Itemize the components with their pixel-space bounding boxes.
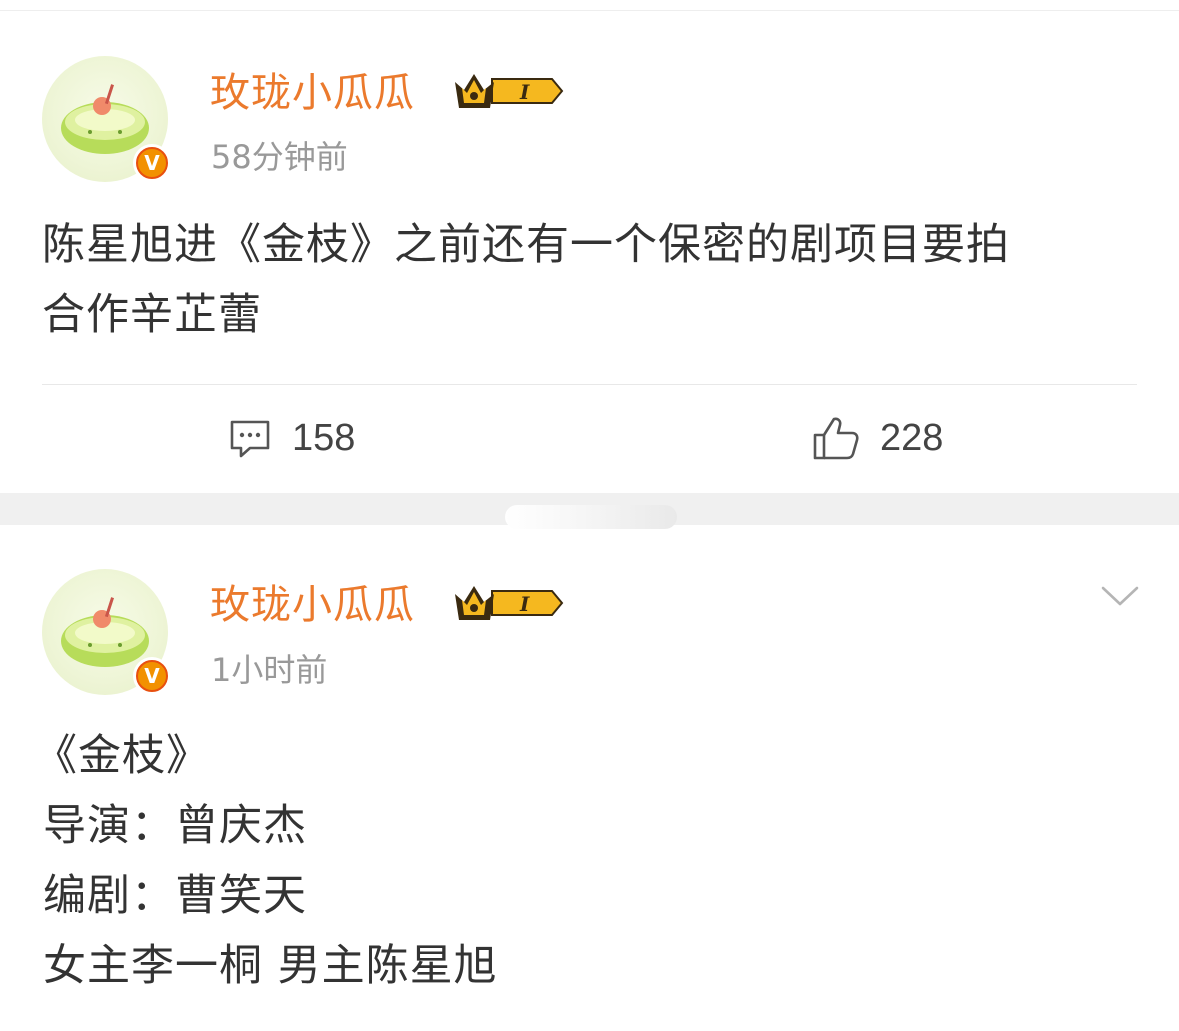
username[interactable]: 玫珑小瓜瓜	[210, 70, 415, 116]
like-button[interactable]: 228	[812, 412, 943, 464]
chevron-down-icon[interactable]	[1100, 583, 1140, 609]
comment-count: 158	[292, 416, 356, 459]
comment-icon	[230, 420, 270, 458]
post-time: 1小时前	[211, 651, 328, 689]
avatar[interactable]: V	[42, 56, 171, 182]
crown-level-icon: I	[455, 74, 564, 108]
level-number: I	[519, 592, 530, 616]
verified-badge-icon: V	[133, 657, 171, 695]
weibo-post: V 玫珑小瓜瓜 I 58分钟前 陈星旭进《金枝》之前还有一个保密的剧项目要拍 合…	[0, 0, 1179, 493]
avatar[interactable]: V	[42, 569, 171, 695]
thumbs-up-icon	[813, 417, 859, 460]
content-line: 女主李一桐 男主陈星旭	[43, 941, 498, 991]
verified-badge-icon: V	[133, 144, 171, 182]
content-line: 陈星旭进《金枝》之前还有一个保密的剧项目要拍	[42, 220, 1010, 270]
comment-button[interactable]: 158	[228, 412, 355, 464]
weibo-post: V 玫珑小瓜瓜 I 1小时前 《金枝》 导演：曾庆杰 编剧：曹笑天 女主李一桐 …	[0, 525, 1179, 1031]
level-number: I	[519, 80, 530, 104]
post-content[interactable]: 《金枝》 导演：曾庆杰 编剧：曹笑天 女主李一桐 男主陈星旭	[34, 721, 1134, 1001]
content-line: 合作辛芷蕾	[42, 290, 262, 340]
username[interactable]: 玫珑小瓜瓜	[210, 582, 415, 628]
post-content[interactable]: 陈星旭进《金枝》之前还有一个保密的剧项目要拍 合作辛芷蕾	[42, 210, 1142, 350]
action-divider	[42, 384, 1137, 385]
content-line: 导演：曾庆杰	[43, 801, 307, 851]
content-line: 《金枝》	[34, 731, 210, 781]
post-time: 58分钟前	[211, 138, 348, 176]
crown-level-icon: I	[455, 586, 564, 620]
like-count: 228	[880, 416, 944, 459]
content-line: 编剧：曹笑天	[43, 871, 307, 921]
